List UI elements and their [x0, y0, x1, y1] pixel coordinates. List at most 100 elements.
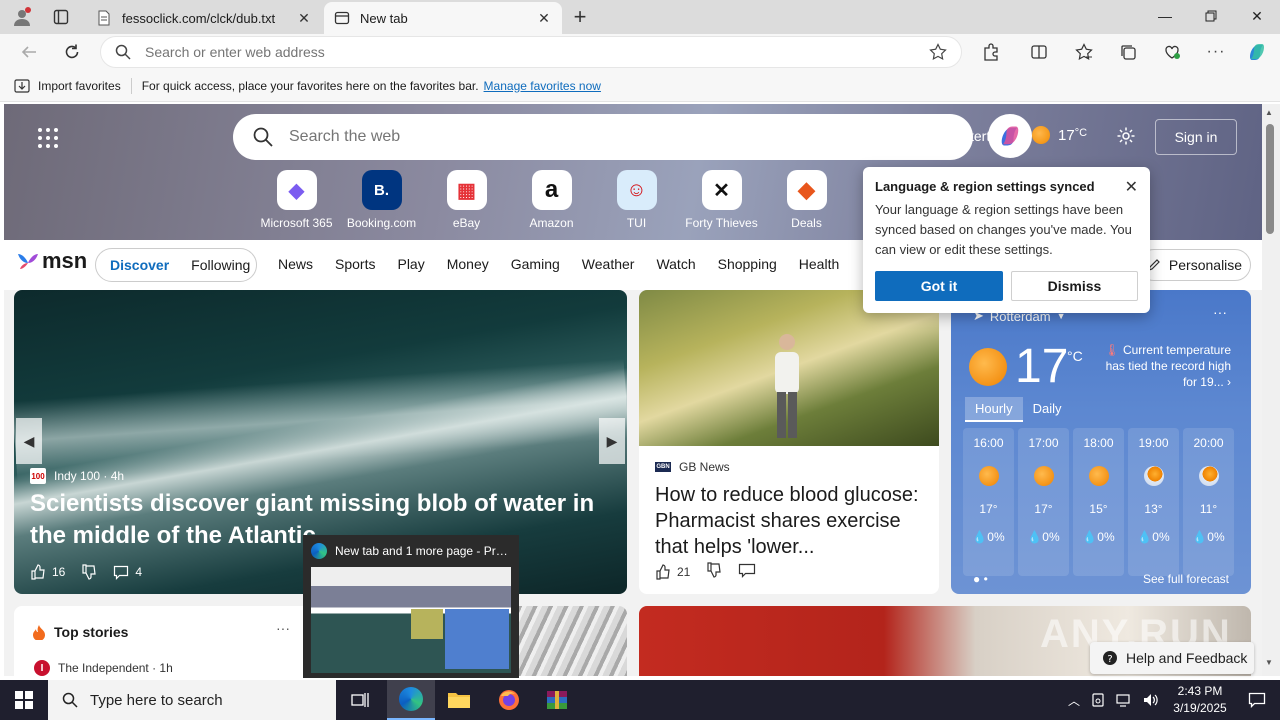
browser-essentials-button[interactable]: [1159, 40, 1185, 64]
msn-logo[interactable]: msn: [16, 248, 87, 274]
top-story-source[interactable]: I The Independent · 1h: [34, 660, 173, 676]
dislike-button[interactable]: [706, 562, 722, 581]
news-story-card[interactable]: GBN GB News How to reduce blood glucose:…: [639, 290, 939, 594]
profile-button[interactable]: [8, 5, 36, 29]
scroll-down-icon[interactable]: ▼: [1265, 658, 1273, 667]
quick-link-forty-thieves[interactable]: ✕ Forty Thieves: [679, 170, 764, 230]
close-icon[interactable]: ✕: [1125, 177, 1138, 197]
app-launcher-icon[interactable]: [38, 128, 58, 148]
quick-link-microsoft-365[interactable]: ◆ Microsoft 365: [254, 170, 339, 230]
nav-shopping[interactable]: Shopping: [718, 256, 777, 272]
extensions-button[interactable]: [978, 40, 1004, 64]
close-tab-icon[interactable]: ✕: [536, 10, 552, 26]
dislike-button[interactable]: [81, 564, 97, 580]
tab-daily[interactable]: Daily: [1023, 397, 1072, 422]
scrollbar-thumb[interactable]: [1266, 124, 1274, 234]
settings-more-button[interactable]: ···: [1203, 40, 1229, 64]
weather-more-button[interactable]: ···: [1213, 304, 1227, 320]
like-button[interactable]: 21: [655, 563, 690, 580]
address-input[interactable]: [145, 44, 915, 60]
import-favorites-button[interactable]: Import favorites: [14, 79, 121, 93]
dismiss-button[interactable]: Dismiss: [1011, 271, 1138, 301]
collections-button[interactable]: [1115, 40, 1141, 64]
taskbar-winrar[interactable]: [533, 680, 581, 720]
taskbar-file-explorer[interactable]: [435, 680, 483, 720]
nav-news[interactable]: News: [278, 256, 313, 272]
web-search-box[interactable]: [233, 114, 973, 160]
indy100-logo: 100: [30, 468, 46, 484]
network-icon[interactable]: [1116, 692, 1132, 708]
nav-sports[interactable]: Sports: [335, 256, 375, 272]
quick-link-deals[interactable]: ◆ Deals: [764, 170, 849, 230]
minimize-button[interactable]: —: [1142, 0, 1188, 32]
carousel-next-button[interactable]: ▶: [599, 418, 625, 464]
got-it-button[interactable]: Got it: [875, 271, 1003, 301]
ocean-image: [14, 358, 627, 482]
quick-link-ebay[interactable]: ▦ eBay: [424, 170, 509, 230]
nav-watch[interactable]: Watch: [656, 256, 695, 272]
nav-play[interactable]: Play: [397, 256, 424, 272]
copilot-button[interactable]: [1244, 40, 1270, 64]
weather-unit: °C: [1067, 348, 1083, 364]
windows-taskbar: Type here to search ︿ 2:43 PM 3/19/2025: [0, 680, 1280, 720]
nav-gaming[interactable]: Gaming: [511, 256, 560, 272]
taskbar-thumbnail-preview[interactable]: New tab and 1 more page - Pro...: [303, 535, 519, 678]
quick-link-amazon[interactable]: a Amazon: [509, 170, 594, 230]
like-button[interactable]: 16: [30, 564, 65, 580]
comment-button[interactable]: [738, 562, 756, 581]
back-button[interactable]: [16, 40, 42, 64]
favorite-star-icon[interactable]: [929, 43, 947, 61]
system-clock[interactable]: 2:43 PM 3/19/2025: [1166, 683, 1234, 717]
nav-money[interactable]: Money: [447, 256, 489, 272]
split-screen-icon: [1031, 45, 1047, 59]
browser-tab-active[interactable]: New tab ✕: [324, 2, 562, 34]
weather-card[interactable]: ➤ Rotterdam ▼ ··· 17 °C 🌡 Current temper…: [951, 290, 1251, 594]
volume-icon[interactable]: [1142, 692, 1160, 708]
browser-tab[interactable]: fessoclick.com/clck/dub.txt ✕: [86, 2, 322, 34]
taskbar-firefox[interactable]: [485, 680, 533, 720]
story-headline[interactable]: How to reduce blood glucose: Pharmacist …: [655, 482, 925, 560]
manage-favorites-link[interactable]: Manage favorites now: [484, 79, 601, 93]
split-screen-button[interactable]: [1026, 40, 1052, 64]
notifications-button[interactable]: [1234, 680, 1280, 720]
quick-link-tui[interactable]: ☺ TUI: [594, 170, 679, 230]
personalise-button[interactable]: Personalise: [1138, 249, 1251, 281]
taskbar-search[interactable]: Type here to search: [48, 680, 336, 720]
sunny-icon: [1032, 126, 1050, 144]
copilot-search-button[interactable]: [988, 114, 1032, 158]
scroll-up-icon[interactable]: ▲: [1265, 108, 1273, 117]
forecast-hour: 17:00 17° 💧0%: [1018, 428, 1069, 576]
task-view-button[interactable]: [336, 680, 384, 720]
carousel-prev-button[interactable]: ◀: [16, 418, 42, 464]
restore-button[interactable]: [1188, 0, 1234, 32]
web-search-input[interactable]: [289, 128, 953, 146]
hero-weather-widget[interactable]: 17°C: [1032, 126, 1087, 144]
weather-record-note[interactable]: 🌡 Current temperature has tied the recor…: [1101, 342, 1231, 390]
taskbar-edge[interactable]: [387, 680, 435, 720]
refresh-button[interactable]: [59, 40, 85, 64]
nav-health[interactable]: Health: [799, 256, 839, 272]
favorites-button[interactable]: [1071, 40, 1097, 64]
quick-link-booking[interactable]: B. Booking.com: [339, 170, 424, 230]
top-stories-more-button[interactable]: ···: [276, 620, 290, 636]
new-tab-button[interactable]: +: [568, 4, 592, 29]
thumbs-down-icon: [707, 562, 722, 578]
start-button[interactable]: [0, 680, 48, 720]
chevron-up-icon[interactable]: ︿: [1068, 692, 1080, 709]
tab-hourly[interactable]: Hourly: [965, 397, 1023, 422]
page-scrollbar[interactable]: ▲ ▼: [1262, 104, 1280, 676]
tab-discover[interactable]: Discover: [100, 257, 179, 273]
close-tab-icon[interactable]: ✕: [296, 10, 312, 26]
address-bar[interactable]: [100, 36, 962, 68]
windows-icon: [15, 691, 33, 709]
comment-button[interactable]: 4: [113, 564, 142, 580]
tab-actions-button[interactable]: [48, 5, 74, 29]
device-icon[interactable]: [1090, 692, 1106, 708]
page-settings-button[interactable]: [1114, 124, 1138, 148]
nav-weather[interactable]: Weather: [582, 256, 635, 272]
help-feedback-button[interactable]: ? Help and Feedback: [1090, 642, 1254, 674]
see-full-forecast-link[interactable]: See full forecast: [1143, 572, 1229, 586]
sign-in-button[interactable]: Sign in: [1155, 119, 1237, 155]
close-window-button[interactable]: ✕: [1234, 0, 1280, 32]
tab-following[interactable]: Following: [183, 257, 258, 273]
